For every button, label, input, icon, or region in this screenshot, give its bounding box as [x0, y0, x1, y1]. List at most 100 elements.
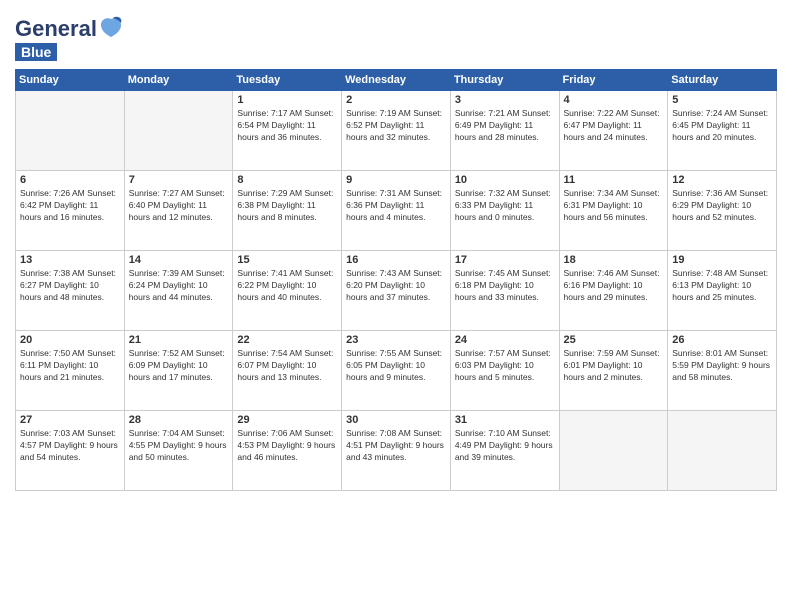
calendar-cell: 23 Sunrise: 7:55 AM Sunset: 6:05 PM Dayli… [342, 331, 451, 411]
day-number: 12 [672, 174, 772, 186]
day-number: 20 [20, 334, 120, 346]
day-info: Sunrise: 7:03 AM Sunset: 4:57 PM Dayligh… [20, 428, 120, 464]
day-number: 26 [672, 334, 772, 346]
calendar-cell [559, 411, 668, 491]
calendar-cell: 30 Sunrise: 7:08 AM Sunset: 4:51 PM Dayli… [342, 411, 451, 491]
calendar-cell: 7 Sunrise: 7:27 AM Sunset: 6:40 PM Daylig… [124, 171, 233, 251]
calendar-cell: 29Sunrise: 7:06 AM Sunset: 4:53 PM Dayli… [233, 411, 342, 491]
day-info: Sunrise: 7:46 AM Sunset: 6:16 PM Dayligh… [564, 268, 664, 304]
day-number: 5 [672, 94, 772, 106]
calendar-cell: 11 Sunrise: 7:34 AM Sunset: 6:31 PM Dayli… [559, 171, 668, 251]
calendar-cell: 13 Sunrise: 7:38 AM Sunset: 6:27 PM Dayli… [16, 251, 125, 331]
day-number: 11 [564, 174, 664, 186]
calendar-week-row: 20 Sunrise: 7:50 AM Sunset: 6:11 PM Dayli… [16, 331, 777, 411]
day-number: 30 [346, 414, 446, 426]
calendar-cell: 5 Sunrise: 7:24 AM Sunset: 6:45 PM Daylig… [668, 91, 777, 171]
day-info: Sunrise: 7:21 AM Sunset: 6:49 PM Dayligh… [455, 108, 555, 144]
calendar-cell: 28 Sunrise: 7:04 AM Sunset: 4:55 PM Dayli… [124, 411, 233, 491]
logo-bird-icon [99, 15, 123, 43]
calendar-cell: 27 Sunrise: 7:03 AM Sunset: 4:57 PM Dayli… [16, 411, 125, 491]
day-number: 25 [564, 334, 664, 346]
calendar-cell [16, 91, 125, 171]
calendar-week-row: 6Sunrise: 7:26 AM Sunset: 6:42 PM Daylig… [16, 171, 777, 251]
calendar-cell: 12 Sunrise: 7:36 AM Sunset: 6:29 PM Dayli… [668, 171, 777, 251]
calendar-cell: 31Sunrise: 7:10 AM Sunset: 4:49 PM Dayli… [450, 411, 559, 491]
day-info: Sunrise: 7:57 AM Sunset: 6:03 PM Dayligh… [455, 348, 555, 384]
day-number: 2 [346, 94, 446, 106]
day-number: 9 [346, 174, 446, 186]
day-number: 28 [129, 414, 229, 426]
day-number: 21 [129, 334, 229, 346]
day-info: Sunrise: 7:34 AM Sunset: 6:31 PM Dayligh… [564, 188, 664, 224]
day-number: 27 [20, 414, 120, 426]
day-info: Sunrise: 7:10 AM Sunset: 4:49 PM Dayligh… [455, 428, 555, 464]
day-number: 4 [564, 94, 664, 106]
day-number: 16 [346, 254, 446, 266]
day-info: Sunrise: 7:41 AM Sunset: 6:22 PM Dayligh… [237, 268, 337, 304]
calendar-cell: 2 Sunrise: 7:19 AM Sunset: 6:52 PM Daylig… [342, 91, 451, 171]
calendar-table: SundayMondayTuesdayWednesdayThursdayFrid… [15, 69, 777, 491]
calendar-cell: 1Sunrise: 7:17 AM Sunset: 6:54 PM Daylig… [233, 91, 342, 171]
day-info: Sunrise: 7:55 AM Sunset: 6:05 PM Dayligh… [346, 348, 446, 384]
calendar-cell: 26 Sunrise: 8:01 AM Sunset: 5:59 PM Dayli… [668, 331, 777, 411]
weekday-header-row: SundayMondayTuesdayWednesdayThursdayFrid… [16, 70, 777, 91]
calendar-cell: 10 Sunrise: 7:32 AM Sunset: 6:33 PM Dayli… [450, 171, 559, 251]
day-number: 1 [237, 94, 337, 106]
day-info: Sunrise: 7:45 AM Sunset: 6:18 PM Dayligh… [455, 268, 555, 304]
calendar-cell: 22 Sunrise: 7:54 AM Sunset: 6:07 PM Dayli… [233, 331, 342, 411]
day-number: 22 [237, 334, 337, 346]
logo-blue: Blue [15, 43, 57, 61]
day-info: Sunrise: 7:48 AM Sunset: 6:13 PM Dayligh… [672, 268, 772, 304]
calendar-cell: 3 Sunrise: 7:21 AM Sunset: 6:49 PM Daylig… [450, 91, 559, 171]
day-info: Sunrise: 7:19 AM Sunset: 6:52 PM Dayligh… [346, 108, 446, 144]
calendar-week-row: 1Sunrise: 7:17 AM Sunset: 6:54 PM Daylig… [16, 91, 777, 171]
day-info: Sunrise: 8:01 AM Sunset: 5:59 PM Dayligh… [672, 348, 772, 384]
calendar-cell: 6Sunrise: 7:26 AM Sunset: 6:42 PM Daylig… [16, 171, 125, 251]
logo-general: General [15, 18, 97, 40]
day-info: Sunrise: 7:38 AM Sunset: 6:27 PM Dayligh… [20, 268, 120, 304]
calendar-cell: 16Sunrise: 7:43 AM Sunset: 6:20 PM Dayli… [342, 251, 451, 331]
calendar-cell: 21 Sunrise: 7:52 AM Sunset: 6:09 PM Dayli… [124, 331, 233, 411]
day-info: Sunrise: 7:54 AM Sunset: 6:07 PM Dayligh… [237, 348, 337, 384]
day-info: Sunrise: 7:50 AM Sunset: 6:11 PM Dayligh… [20, 348, 120, 384]
calendar-cell: 9 Sunrise: 7:31 AM Sunset: 6:36 PM Daylig… [342, 171, 451, 251]
weekday-header-thursday: Thursday [450, 70, 559, 91]
day-number: 19 [672, 254, 772, 266]
day-info: Sunrise: 7:59 AM Sunset: 6:01 PM Dayligh… [564, 348, 664, 384]
day-number: 24 [455, 334, 555, 346]
day-info: Sunrise: 7:32 AM Sunset: 6:33 PM Dayligh… [455, 188, 555, 224]
day-info: Sunrise: 7:52 AM Sunset: 6:09 PM Dayligh… [129, 348, 229, 384]
calendar-cell [668, 411, 777, 491]
day-info: Sunrise: 7:22 AM Sunset: 6:47 PM Dayligh… [564, 108, 664, 144]
calendar-cell: 19 Sunrise: 7:48 AM Sunset: 6:13 PM Dayli… [668, 251, 777, 331]
day-number: 14 [129, 254, 229, 266]
day-number: 10 [455, 174, 555, 186]
calendar-cell: 4 Sunrise: 7:22 AM Sunset: 6:47 PM Daylig… [559, 91, 668, 171]
header: General Blue [15, 10, 777, 61]
calendar-cell: 15 Sunrise: 7:41 AM Sunset: 6:22 PM Dayli… [233, 251, 342, 331]
calendar-cell: 14 Sunrise: 7:39 AM Sunset: 6:24 PM Dayli… [124, 251, 233, 331]
day-info: Sunrise: 7:39 AM Sunset: 6:24 PM Dayligh… [129, 268, 229, 304]
day-info: Sunrise: 7:36 AM Sunset: 6:29 PM Dayligh… [672, 188, 772, 224]
day-info: Sunrise: 7:04 AM Sunset: 4:55 PM Dayligh… [129, 428, 229, 464]
calendar-cell: 20 Sunrise: 7:50 AM Sunset: 6:11 PM Dayli… [16, 331, 125, 411]
day-number: 7 [129, 174, 229, 186]
day-info: Sunrise: 7:08 AM Sunset: 4:51 PM Dayligh… [346, 428, 446, 464]
calendar-week-row: 13 Sunrise: 7:38 AM Sunset: 6:27 PM Dayli… [16, 251, 777, 331]
day-number: 6 [20, 174, 120, 186]
day-info: Sunrise: 7:27 AM Sunset: 6:40 PM Dayligh… [129, 188, 229, 224]
day-info: Sunrise: 7:24 AM Sunset: 6:45 PM Dayligh… [672, 108, 772, 144]
weekday-header-saturday: Saturday [668, 70, 777, 91]
day-info: Sunrise: 7:29 AM Sunset: 6:38 PM Dayligh… [237, 188, 337, 224]
day-number: 8 [237, 174, 337, 186]
calendar-cell: 17Sunrise: 7:45 AM Sunset: 6:18 PM Dayli… [450, 251, 559, 331]
calendar-cell: 24 Sunrise: 7:57 AM Sunset: 6:03 PM Dayli… [450, 331, 559, 411]
day-number: 15 [237, 254, 337, 266]
day-info: Sunrise: 7:31 AM Sunset: 6:36 PM Dayligh… [346, 188, 446, 224]
calendar-cell: 18Sunrise: 7:46 AM Sunset: 6:16 PM Dayli… [559, 251, 668, 331]
day-number: 13 [20, 254, 120, 266]
calendar-cell: 25 Sunrise: 7:59 AM Sunset: 6:01 PM Dayli… [559, 331, 668, 411]
day-number: 23 [346, 334, 446, 346]
day-number: 3 [455, 94, 555, 106]
logo-text: General Blue [15, 15, 123, 61]
